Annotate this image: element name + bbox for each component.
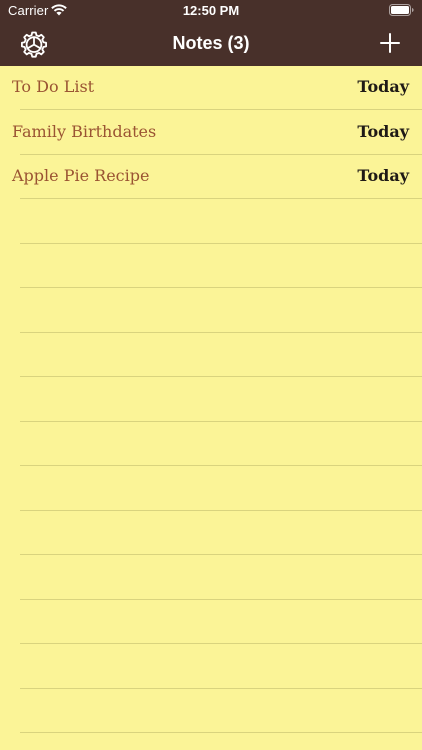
note-title: Family Birthdates	[12, 122, 157, 141]
ruled-line	[20, 554, 422, 555]
note-row[interactable]: Family Birthdates Today	[0, 111, 422, 155]
ruled-line	[20, 465, 422, 466]
battery-icon	[389, 4, 414, 16]
ruled-line	[20, 243, 422, 244]
note-date: Today	[357, 122, 409, 141]
note-row[interactable]: Apple Pie Recipe Today	[0, 155, 422, 199]
ruled-line	[20, 688, 422, 689]
notes-list: To Do List Today Family Birthdates Today…	[0, 66, 422, 750]
note-title: To Do List	[12, 77, 95, 96]
status-bar: Carrier 12:50 PM	[0, 0, 422, 22]
ruled-line	[20, 599, 422, 600]
navigation-bar: Notes (3)	[0, 22, 422, 66]
ruled-line	[20, 287, 422, 288]
ruled-line	[20, 376, 422, 377]
ruled-line	[20, 643, 422, 644]
top-bar: Carrier 12:50 PM Notes (3)	[0, 0, 422, 66]
ruled-line	[20, 421, 422, 422]
note-date: Today	[357, 166, 409, 185]
ruled-line	[20, 332, 422, 333]
ruled-line	[20, 510, 422, 511]
ruled-line	[20, 732, 422, 733]
page-title: Notes (3)	[172, 33, 250, 53]
note-title: Apple Pie Recipe	[12, 166, 150, 185]
status-time: 12:50 PM	[182, 3, 240, 18]
note-row[interactable]: To Do List Today	[0, 66, 422, 110]
note-date: Today	[357, 77, 409, 96]
add-note-button[interactable]	[378, 31, 402, 55]
notes-screen: Carrier 12:50 PM Notes (3) To Do List To…	[0, 0, 422, 750]
